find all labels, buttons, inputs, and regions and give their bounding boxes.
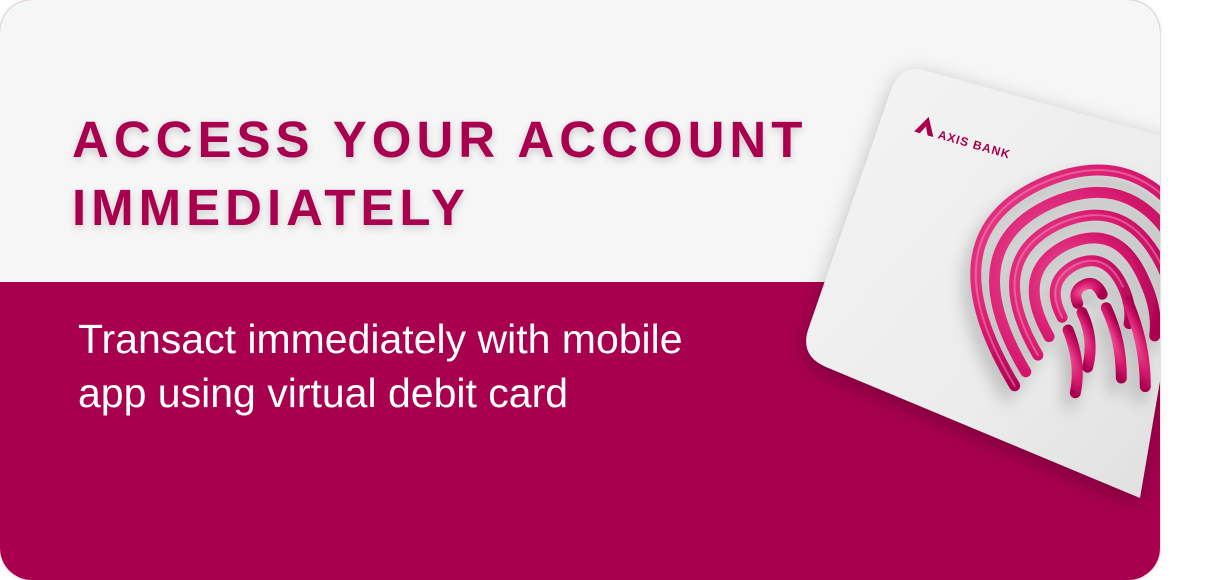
subtext: Transact immediately with mobile app usi… xyxy=(78,312,683,420)
subtext-line-1: Transact immediately with mobile xyxy=(78,316,683,362)
headline: ACCESS YOUR ACCOUNT IMMEDIATELY xyxy=(72,106,807,242)
promo-banner: ACCESS YOUR ACCOUNT IMMEDIATELY Transact… xyxy=(0,0,1160,580)
subtext-line-2: app using virtual debit card xyxy=(78,370,569,416)
headline-line-2: IMMEDIATELY xyxy=(72,179,470,236)
headline-line-1: ACCESS YOUR ACCOUNT xyxy=(72,111,808,168)
